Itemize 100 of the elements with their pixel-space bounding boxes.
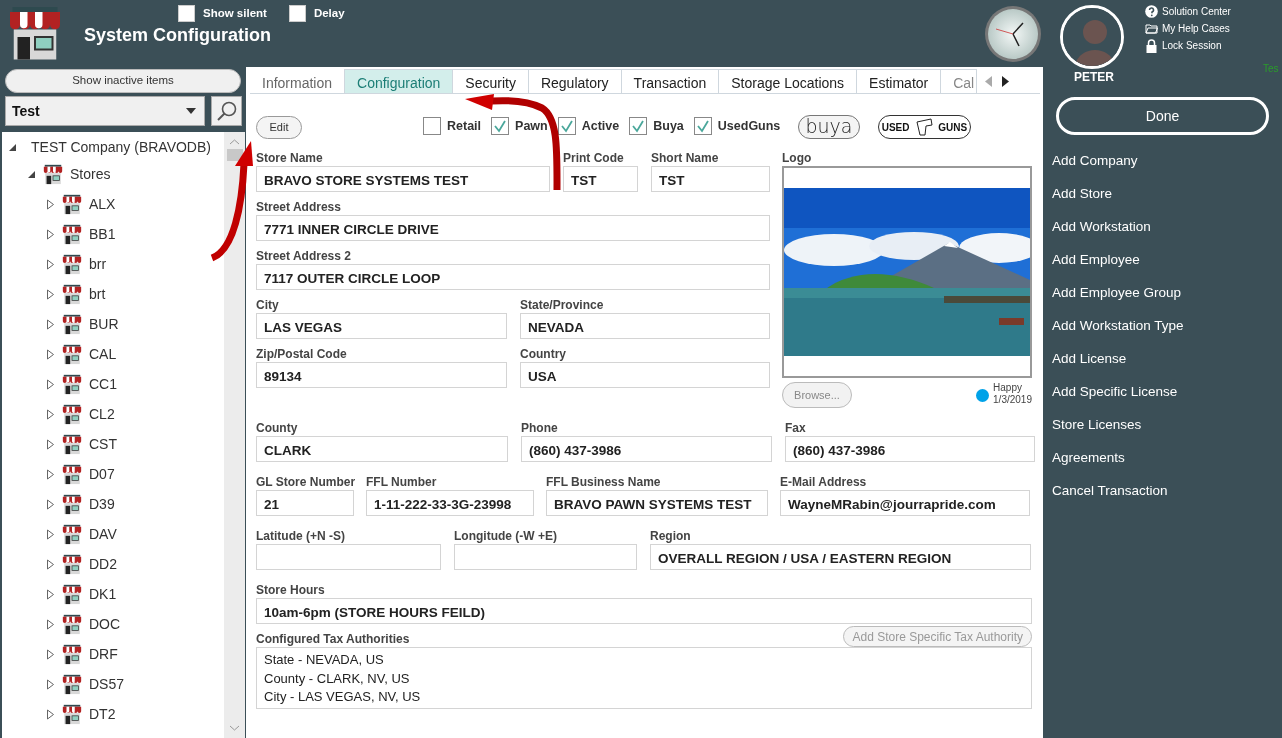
- input-field[interactable]: 10am-6pm (STORE HOURS FEILD): [256, 598, 1032, 624]
- store-icon: [61, 523, 83, 545]
- tree-item[interactable]: ALX: [46, 192, 116, 216]
- input-field[interactable]: 21: [256, 490, 354, 516]
- store-icon: [61, 373, 83, 395]
- action-link[interactable]: Add License: [1052, 350, 1184, 383]
- list-item[interactable]: County - CLARK, NV, US: [264, 669, 1024, 688]
- tree-item[interactable]: DOC: [46, 612, 121, 636]
- checkbox-label: Show silent: [203, 6, 267, 21]
- filter-dropdown[interactable]: Test: [5, 96, 205, 126]
- done-button[interactable]: Done: [1056, 97, 1269, 135]
- tab[interactable]: Security: [452, 69, 529, 93]
- input-field[interactable]: WayneMRabin@jourrapride.com: [780, 490, 1030, 516]
- tab[interactable]: Regulatory: [527, 69, 622, 93]
- tree-item[interactable]: TEST Company (BRAVODB): [8, 135, 211, 159]
- edit-button[interactable]: Edit: [256, 116, 302, 139]
- action-link[interactable]: Add Employee: [1052, 251, 1184, 284]
- tree-item[interactable]: BUR: [46, 312, 119, 336]
- input-field[interactable]: [454, 544, 637, 570]
- action-link[interactable]: Add Employee Group: [1052, 284, 1184, 317]
- field-label: FFL Number: [366, 475, 438, 490]
- input-field[interactable]: 1-11-222-33-3G-23998: [366, 490, 534, 516]
- action-link[interactable]: Add Workstation Type: [1052, 317, 1184, 350]
- help-link[interactable]: My Help Cases: [1145, 21, 1231, 36]
- input-field[interactable]: TST: [651, 166, 770, 192]
- input-field[interactable]: LAS VEGAS: [256, 313, 507, 339]
- checkbox[interactable]: [557, 117, 576, 136]
- action-link[interactable]: Agreements: [1052, 449, 1184, 482]
- action-link[interactable]: Add Company: [1052, 152, 1184, 185]
- lock-icon: [1145, 38, 1158, 53]
- store-icon: [61, 343, 83, 365]
- tree-item[interactable]: CST: [46, 432, 117, 456]
- tree-item[interactable]: D07: [46, 462, 115, 486]
- action-link[interactable]: Add Workstation: [1052, 218, 1184, 251]
- input-field[interactable]: OVERALL REGION / USA / EASTERN REGION: [650, 544, 1031, 570]
- checkbox[interactable]: [693, 117, 712, 136]
- field-label: Country: [520, 347, 567, 362]
- checkbox[interactable]: [178, 5, 195, 23]
- tree-item[interactable]: DK1: [46, 582, 117, 606]
- tree-item[interactable]: CL2: [46, 402, 115, 426]
- tree-item[interactable]: DT2: [46, 702, 116, 726]
- field-label: Store Name: [256, 151, 324, 166]
- checkbox[interactable]: [491, 117, 510, 136]
- tree-item[interactable]: BB1: [46, 222, 116, 246]
- store-icon: [61, 553, 83, 575]
- checkbox[interactable]: [423, 117, 441, 136]
- pistol-icon: [914, 118, 933, 136]
- help-link[interactable]: Solution Center: [1145, 4, 1231, 19]
- list-item[interactable]: City - LAS VEGAS, NV, US: [264, 688, 1024, 707]
- input-field[interactable]: 7771 INNER CIRCLE DRIVE: [256, 215, 770, 241]
- tab[interactable]: Configuration: [344, 69, 454, 93]
- input-field[interactable]: BRAVO STORE SYSTEMS TEST: [256, 166, 550, 192]
- field-label: Street Address: [256, 200, 342, 215]
- tree-item[interactable]: DD2: [46, 552, 117, 576]
- tree-item[interactable]: brr: [46, 252, 107, 276]
- tree-item[interactable]: CAL: [46, 342, 117, 366]
- action-link[interactable]: Add Store: [1052, 185, 1184, 218]
- list-item[interactable]: State - NEVADA, US: [264, 651, 1024, 670]
- tree-item[interactable]: CC1: [46, 372, 117, 396]
- input-field[interactable]: BRAVO PAWN SYSTEMS TEST: [546, 490, 768, 516]
- field-label: Zip/Postal Code: [256, 347, 348, 362]
- field-label: Store Hours: [256, 583, 326, 598]
- checkbox[interactable]: [629, 117, 648, 136]
- tree-item[interactable]: DS57: [46, 672, 125, 696]
- input-field[interactable]: (860) 437-3986: [521, 436, 772, 462]
- checkbox-label: Active: [581, 118, 620, 135]
- store-icon: [61, 463, 83, 485]
- field-label: FFL Business Name: [546, 475, 662, 490]
- clock-icon: [984, 5, 1042, 63]
- scrollbar[interactable]: [224, 132, 245, 738]
- input-field[interactable]: USA: [520, 362, 770, 388]
- input-field[interactable]: 89134: [256, 362, 507, 388]
- tree-item[interactable]: DRF: [46, 642, 118, 666]
- input-field[interactable]: 7117 OUTER CIRCLE LOOP: [256, 264, 770, 290]
- tab[interactable]: Storage Locations: [718, 69, 858, 93]
- store-icon: [61, 313, 83, 335]
- input-field[interactable]: CLARK: [256, 436, 508, 462]
- store-icon: [61, 583, 83, 605]
- help-link[interactable]: Lock Session: [1145, 38, 1231, 53]
- user-name: PETER: [1074, 69, 1114, 86]
- input-field[interactable]: [256, 544, 441, 570]
- tree-item[interactable]: D39: [46, 492, 115, 516]
- input-field[interactable]: NEVADA: [520, 313, 770, 339]
- field-label: Latitude (+N -S): [256, 529, 346, 544]
- search-icon: [215, 100, 238, 122]
- action-link[interactable]: Add Specific License: [1052, 383, 1184, 416]
- action-link[interactable]: Cancel Transaction: [1052, 482, 1184, 515]
- input-field[interactable]: TST: [563, 166, 638, 192]
- field-label: Longitude (-W +E): [454, 529, 558, 544]
- checkbox[interactable]: [288, 5, 306, 23]
- tree-item[interactable]: brt: [46, 282, 106, 306]
- field-label: E-Mail Address: [780, 475, 868, 490]
- field-label: Street Address 2: [256, 249, 352, 264]
- input-field[interactable]: (860) 437-3986: [785, 436, 1035, 462]
- tab[interactable]: Cal: [940, 69, 978, 93]
- field-label: County: [256, 421, 299, 436]
- tree-item[interactable]: DAV: [46, 522, 117, 546]
- tree-item[interactable]: Stores: [27, 162, 111, 186]
- search-button[interactable]: [211, 96, 242, 126]
- action-link[interactable]: Store Licenses: [1052, 416, 1184, 449]
